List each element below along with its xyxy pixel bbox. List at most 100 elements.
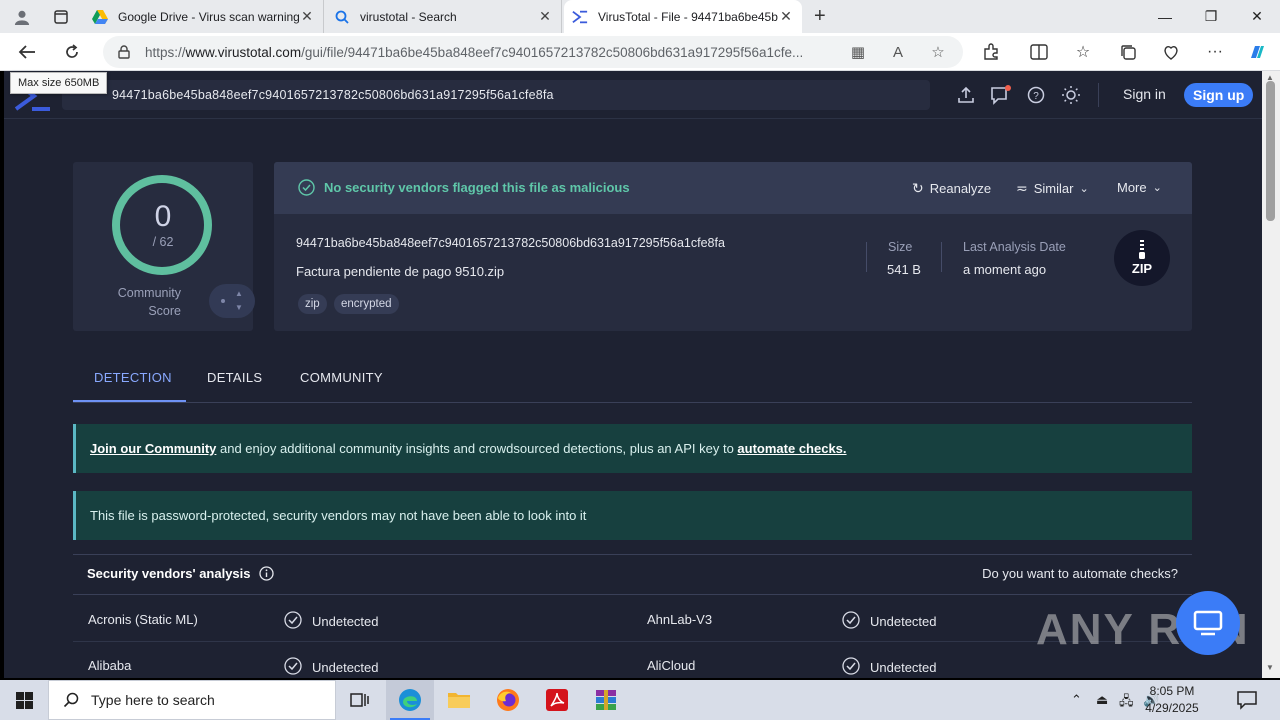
help-icon[interactable]: ? (1025, 84, 1047, 106)
notifications-icon[interactable] (1236, 690, 1258, 710)
page-scrollbar[interactable]: ▲ ▼ (1262, 71, 1280, 678)
tag-encrypted[interactable]: encrypted (334, 294, 399, 314)
windows-taskbar: Type here to search ⌃ ⏏ 🖧 🔊 8:05 PM 4/29… (0, 680, 1280, 720)
upload-size-tooltip: Max size 650MB (10, 72, 108, 94)
vendor-result: Undetected (842, 657, 937, 676)
refresh-button[interactable] (57, 38, 87, 66)
more-button[interactable]: More ⌄ (1117, 180, 1162, 195)
file-hash[interactable]: 94471ba6be45ba848eef7c9401657213782c5080… (296, 236, 725, 250)
password-banner-text: This file is password-protected, securit… (90, 508, 587, 523)
copilot-icon[interactable] (1246, 41, 1268, 63)
tab-detection[interactable]: DETECTION (94, 370, 172, 385)
usb-device-icon[interactable]: ⏏ (1096, 692, 1108, 708)
favorite-star-icon[interactable]: ☆ (928, 42, 948, 62)
join-community-link[interactable]: Join our Community (90, 441, 216, 456)
virustotal-page: 94471ba6be45ba848eef7c9401657213782c5080… (4, 71, 1262, 678)
taskbar-firefox[interactable] (484, 680, 532, 720)
collections-icon[interactable] (1117, 41, 1139, 63)
similar-label: Similar (1033, 181, 1074, 196)
task-view-button[interactable] (336, 680, 384, 720)
back-button[interactable] (12, 38, 42, 66)
minimize-button[interactable]: — (1142, 0, 1188, 33)
restore-button[interactable]: ❐ (1188, 0, 1234, 33)
zip-file-icon (1139, 240, 1145, 259)
site-header: 94471ba6be45ba848eef7c9401657213782c5080… (4, 71, 1262, 119)
sign-in-link[interactable]: Sign in (1123, 86, 1166, 102)
extensions-icon[interactable] (980, 41, 1002, 63)
close-window-button[interactable]: ✕ (1234, 0, 1280, 33)
community-label-line2: Score (148, 304, 181, 318)
taskbar-search-placeholder: Type here to search (91, 692, 215, 708)
taskbar-search[interactable]: Type here to search (48, 680, 336, 720)
settings-more-icon[interactable]: ··· (1204, 41, 1226, 63)
taskbar-file-explorer[interactable] (435, 680, 483, 720)
read-aloud-icon[interactable]: A (888, 42, 908, 62)
community-score-vote[interactable]: ▲ ▼ (209, 284, 255, 318)
vendor-result: Undetected (842, 611, 937, 630)
result-text: Undetected (312, 659, 379, 675)
browser-essentials-icon[interactable] (1160, 41, 1182, 63)
theme-toggle-icon[interactable] (1060, 84, 1082, 106)
similar-icon: ≂ (1016, 180, 1028, 196)
tab-google-drive[interactable]: Google Drive - Virus scan warning ✕ (84, 0, 324, 33)
info-icon[interactable] (258, 566, 274, 581)
tag-zip[interactable]: zip (298, 294, 327, 314)
sign-up-button[interactable]: Sign up (1184, 83, 1254, 107)
vendor-result: Undetected (284, 657, 379, 676)
system-clock[interactable]: 8:05 PM 4/29/2025 (1138, 683, 1206, 717)
chat-button[interactable] (1176, 591, 1240, 655)
result-text: Undetected (870, 613, 937, 629)
active-tab-indicator (73, 400, 186, 402)
taskbar-acrobat[interactable] (533, 680, 581, 720)
show-hidden-icons[interactable]: ⌃ (1071, 692, 1082, 708)
vendors-analysis: Security vendors' analysis Do you want t… (73, 554, 1192, 678)
header-divider (1098, 83, 1099, 107)
close-tab-icon[interactable]: ✕ (537, 8, 553, 25)
start-button[interactable] (0, 680, 48, 720)
scroll-down-icon[interactable]: ▼ (1266, 663, 1274, 672)
automate-checks-prompt[interactable]: Do you want to automate checks? (982, 566, 1178, 581)
taskbar-edge[interactable] (386, 680, 434, 720)
winrar-icon (596, 690, 616, 710)
chevron-up-icon[interactable]: ▲ (235, 289, 243, 298)
score-dot-icon (221, 299, 225, 303)
favorites-icon[interactable]: ☆ (1072, 41, 1094, 63)
check-circle-icon (842, 611, 860, 629)
automate-checks-link[interactable]: automate checks. (737, 441, 846, 456)
tab-virustotal-file[interactable]: VirusTotal - File - 94471ba6be45ba848eef… (564, 0, 802, 33)
tab-actions-button[interactable] (46, 0, 76, 33)
community-banner: Join our Community and enjoy additional … (73, 424, 1192, 473)
result-text: Undetected (870, 659, 937, 675)
vendors-title-text: Security vendors' analysis (87, 566, 251, 581)
search-icon (334, 9, 350, 25)
close-tab-icon[interactable]: ✕ (778, 8, 794, 25)
detection-total: / 62 (152, 235, 174, 249)
chevron-down-icon[interactable]: ▼ (235, 303, 243, 312)
divider (941, 242, 942, 272)
password-protected-banner: This file is password-protected, securit… (73, 491, 1192, 540)
reanalyze-button[interactable]: ↻ Reanalyze (912, 180, 991, 197)
tab-community[interactable]: COMMUNITY (300, 370, 383, 385)
edge-icon (399, 689, 421, 711)
report-tabs: DETECTION DETAILS COMMUNITY (73, 353, 1192, 403)
size-label: Size (888, 240, 913, 254)
scrollbar-thumb[interactable] (1266, 81, 1275, 221)
tab-details[interactable]: DETAILS (207, 370, 262, 385)
taskbar-winrar[interactable] (582, 680, 630, 720)
similar-button[interactable]: ≂ Similar ⌄ (1016, 180, 1089, 197)
search-input[interactable]: 94471ba6be45ba848eef7c9401657213782c5080… (62, 80, 930, 110)
close-tab-icon[interactable]: ✕ (299, 8, 315, 25)
svg-text:?: ? (1033, 91, 1039, 102)
split-screen-icon[interactable] (1028, 41, 1050, 63)
upload-icon[interactable] (955, 84, 977, 106)
address-bar[interactable]: https://www.virustotal.com/gui/file/9447… (103, 36, 963, 68)
app-available-icon[interactable]: ▦ (848, 42, 868, 62)
windows-logo-icon (15, 691, 33, 709)
profile-button[interactable] (4, 0, 40, 33)
virustotal-icon (572, 9, 588, 25)
url-host: www.virustotal.com (185, 44, 302, 60)
new-tab-button[interactable]: + (806, 0, 832, 33)
tab-virustotal-search[interactable]: virustotal - Search ✕ (326, 0, 562, 33)
notifications-icon[interactable] (990, 84, 1012, 106)
network-icon[interactable]: 🖧 (1119, 692, 1134, 714)
